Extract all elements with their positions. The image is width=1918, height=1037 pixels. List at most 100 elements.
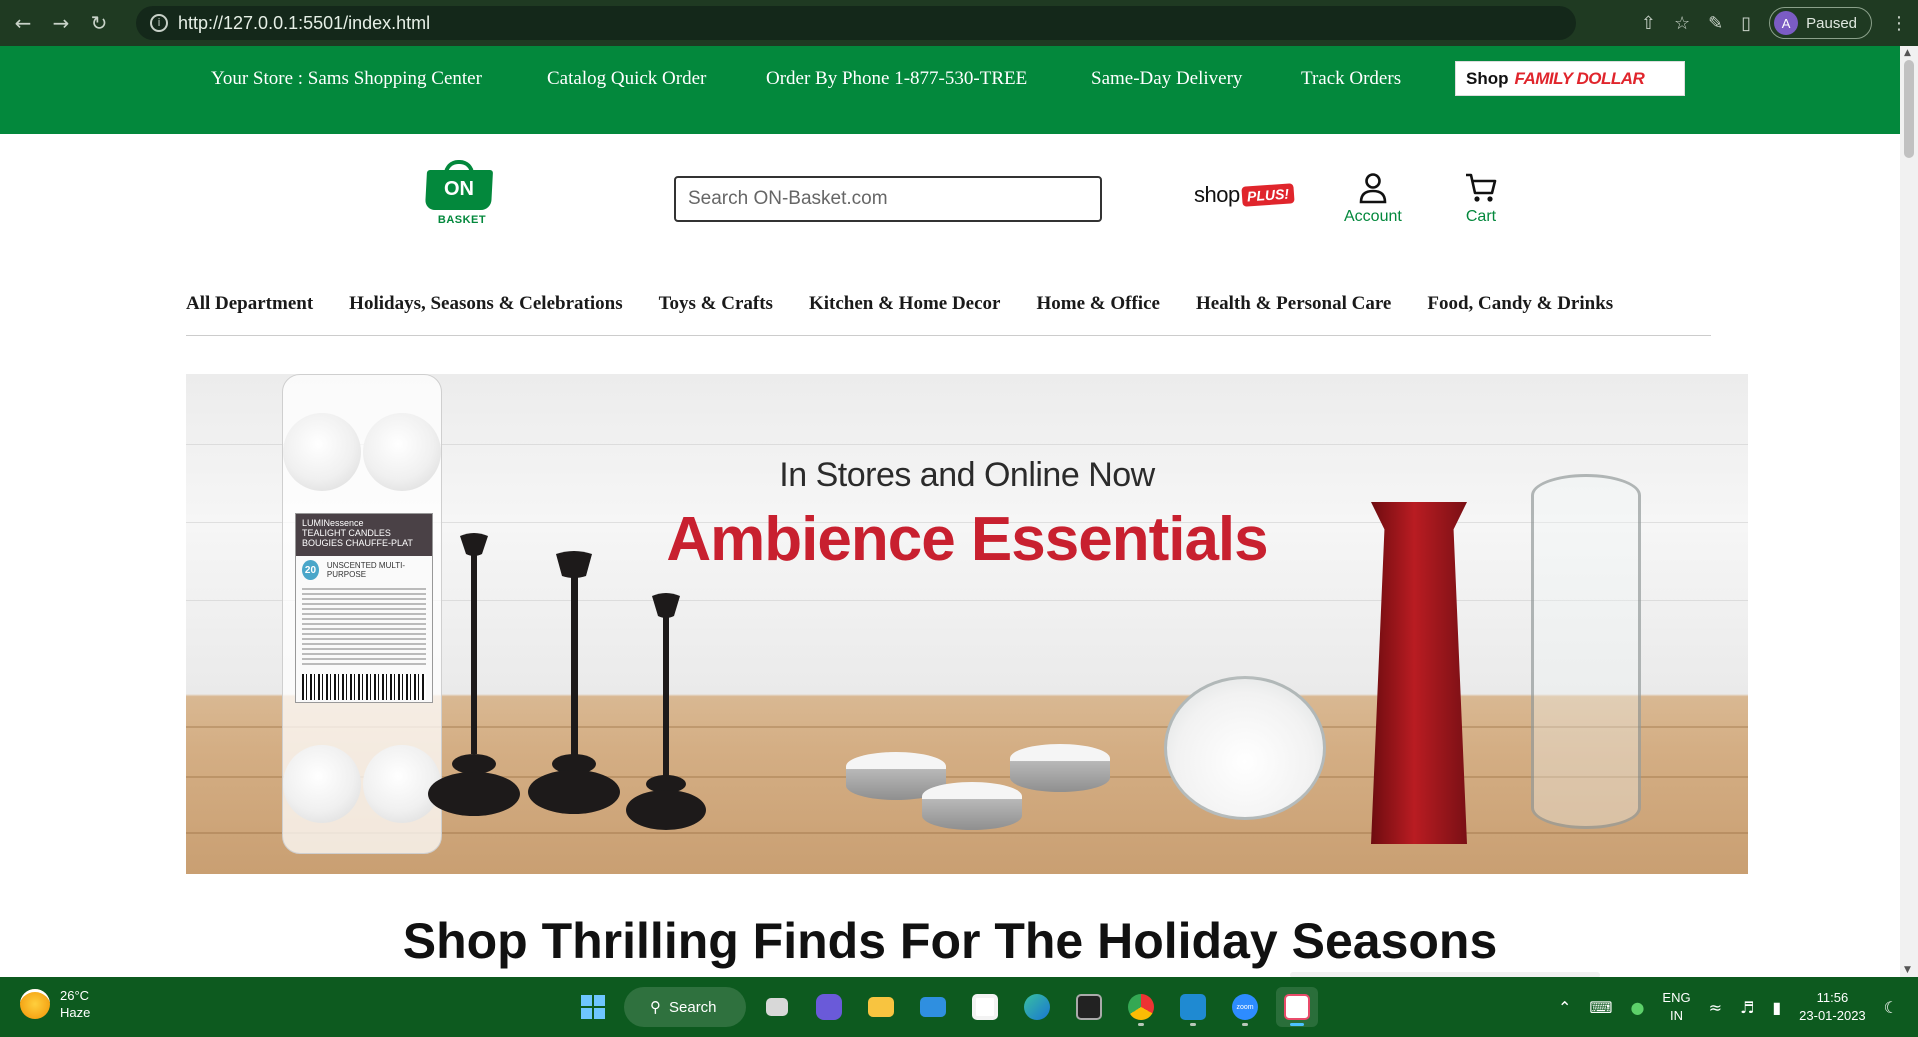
browser-actions: ⇧ ☆ ✎ ▯ A Paused ⋮ [1641,6,1908,40]
info-icon[interactable]: i [150,14,168,32]
page-scrollbar[interactable]: ▲ ▼ [1900,46,1918,977]
pack-type-fr: BOUGIES CHAUFFE-PLAT [302,538,413,548]
shop-plus-logo[interactable]: shop PLUS! [1194,182,1295,208]
weather-temp: 26°C [60,988,90,1003]
language-indicator[interactable]: ENG IN [1662,989,1690,1025]
profile-status: Paused [1806,14,1857,32]
language-code: ENG [1662,990,1691,1005]
system-tray: ⌃ ⌨ ● ENG IN ≈ ♬ ▮ 11:56 23-01-2023 ☾ [1558,983,1898,1031]
scroll-down-icon[interactable]: ▼ [1904,965,1911,975]
taskbar-search[interactable]: ⚲ Search [624,987,746,1027]
forward-icon[interactable]: → [46,8,76,38]
keyboard-icon[interactable]: ⌨ [1589,998,1612,1017]
scrollbar-thumb[interactable] [1904,60,1914,158]
profile-button[interactable]: A Paused [1769,7,1872,39]
mail-icon[interactable] [912,987,954,1027]
category-all-department[interactable]: All Department [186,293,313,315]
tealight-shape [283,745,361,823]
search-input[interactable] [674,176,1102,222]
chevron-up-icon[interactable]: ⌃ [1558,998,1571,1017]
category-kitchen-home-decor[interactable]: Kitchen & Home Decor [809,293,1001,315]
share-icon[interactable]: ⇧ [1641,13,1656,34]
clock-time: 11:56 [1816,990,1849,1005]
teams-chat-icon[interactable] [808,987,850,1027]
store-icon[interactable] [964,987,1006,1027]
family-dollar-logo: FAMILY DOLLAR [1514,68,1645,88]
windows-icon [581,995,605,1019]
browser-menu-icon[interactable]: ⋮ [1890,13,1908,34]
search-icon: ⚲ [650,998,661,1016]
category-home-office[interactable]: Home & Office [1036,293,1159,315]
plus-badge: PLUS! [1241,183,1295,207]
reload-icon[interactable]: ↻ [84,8,114,38]
hero-banner[interactable]: In Stores and Online Now Ambience Essent… [186,374,1748,874]
tealight-cup [922,782,1022,830]
glass-vase-image [1531,474,1641,829]
avatar: A [1774,11,1799,35]
taskbar: 26°C Haze ⚲ Search zoom ⌃ ⌨ ● ENG IN ≈ ♬… [0,977,1918,1037]
pack-fineprint [302,588,426,668]
edge-icon[interactable] [1016,987,1058,1027]
volume-icon[interactable]: ♬ [1740,998,1754,1017]
notifications-icon[interactable]: ☾ [1884,998,1898,1017]
tealight-cup [1010,744,1110,792]
account-button[interactable]: Account [1344,172,1402,226]
browser-toolbar: ← → ↻ i http://127.0.0.1:5501/index.html… [0,0,1918,46]
logo-basket-text: BASKET [437,214,487,226]
pack-label: LUMINessence TEALIGHT CANDLES BOUGIES CH… [295,513,433,703]
running-indicator [1190,1023,1196,1026]
same-day-delivery-link[interactable]: Same-Day Delivery [1091,68,1242,90]
weather-widget[interactable]: 26°C Haze [20,987,90,1021]
pack-count-row: 20 UNSCENTED MULTI-PURPOSE [296,556,432,584]
candle-holders-image [428,533,706,830]
catalog-quick-order-link[interactable]: Catalog Quick Order [547,68,706,90]
snipping-tool-icon[interactable] [1276,987,1318,1027]
microphone-icon[interactable]: ● [1630,998,1644,1017]
task-view-icon[interactable] [756,987,798,1027]
nav-divider [186,335,1711,336]
url-text[interactable]: http://127.0.0.1:5501/index.html [178,13,430,34]
store-link[interactable]: Your Store : Sams Shopping Center [211,68,482,90]
section-title: Shop Thrilling Finds For The Holiday Sea… [402,913,1498,969]
bookmark-star-icon[interactable]: ☆ [1674,13,1690,34]
on-basket-logo[interactable]: ON BASKET [422,160,494,226]
category-toys-crafts[interactable]: Toys & Crafts [659,293,773,315]
weather-text: 26°C Haze [60,987,90,1021]
order-by-phone-link[interactable]: Order By Phone 1-877-530-TREE [766,68,1027,90]
extensions-icon[interactable]: ✎ [1708,13,1723,34]
battery-icon[interactable]: ▮ [1772,998,1781,1017]
cart-label: Cart [1465,208,1497,225]
start-button[interactable] [572,987,614,1027]
file-explorer-icon[interactable] [860,987,902,1027]
region-code: IN [1670,1008,1683,1023]
cart-icon [1466,173,1497,202]
clock[interactable]: 11:56 23-01-2023 [1799,989,1866,1025]
side-panel-icon[interactable]: ▯ [1741,13,1751,34]
weather-condition: Haze [60,1005,91,1020]
address-bar[interactable]: i http://127.0.0.1:5501/index.html [136,6,1576,40]
tealight-shape [363,413,441,491]
zoom-icon[interactable]: zoom [1224,987,1266,1027]
tealight-shape [283,413,361,491]
wifi-icon[interactable]: ≈ [1709,998,1722,1017]
category-nav: All Department Holidays, Seasons & Celeb… [186,284,1613,324]
page-viewport: Your Store : Sams Shopping Center Catalo… [0,46,1900,977]
scroll-up-icon[interactable]: ▲ [1904,48,1911,58]
screen: ← → ↻ i http://127.0.0.1:5501/index.html… [0,0,1918,1037]
pack-desc: UNSCENTED MULTI-PURPOSE [326,561,405,579]
vscode-icon[interactable] [1172,987,1214,1027]
cart-button[interactable]: Cart [1464,172,1498,226]
chrome-icon[interactable] [1120,987,1162,1027]
weather-haze-icon [20,989,50,1019]
pack-label-header: LUMINessence TEALIGHT CANDLES BOUGIES CH… [296,514,432,556]
shop-family-dollar-button[interactable]: Shop FAMILY DOLLAR [1455,61,1685,96]
notion-icon[interactable] [1068,987,1110,1027]
category-health-personal-care[interactable]: Health & Personal Care [1196,293,1391,315]
shop-text: shop [1194,182,1240,207]
category-food-candy-drinks[interactable]: Food, Candy & Drinks [1427,293,1613,315]
logo-on-text: ON [444,178,474,200]
barcode-shape [302,674,426,700]
track-orders-link[interactable]: Track Orders [1301,68,1401,90]
category-holidays[interactable]: Holidays, Seasons & Celebrations [349,293,622,315]
back-icon[interactable]: ← [8,8,38,38]
